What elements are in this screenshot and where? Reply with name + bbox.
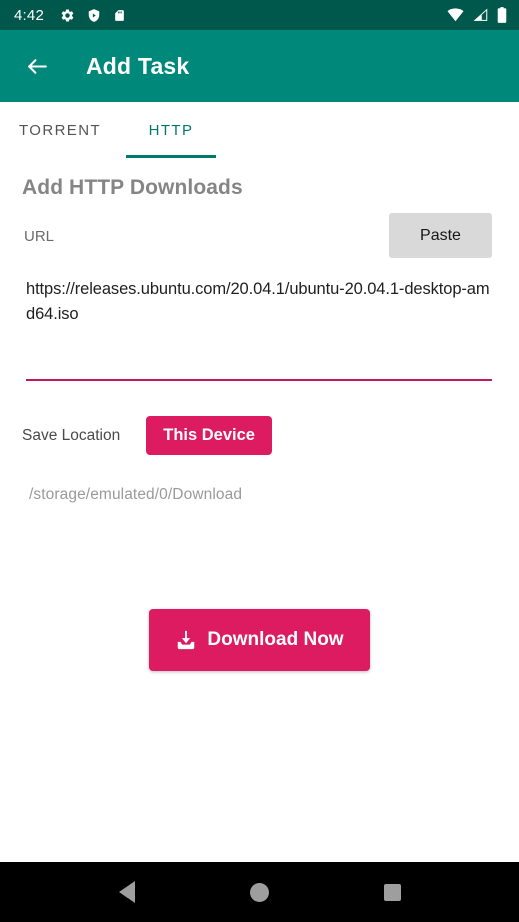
main-content: Add HTTP Downloads URL Paste https://rel… — [0, 158, 519, 862]
nav-home-button[interactable] — [235, 867, 285, 917]
status-bar: 4:42 — [0, 0, 519, 30]
tab-torrent-label: TORRENT — [18, 121, 102, 139]
tab-bar: TORRENT HTTP — [0, 102, 519, 158]
url-input-value[interactable]: https://releases.ubuntu.com/20.04.1/ubun… — [26, 277, 492, 327]
nav-back-button[interactable] — [102, 867, 152, 917]
download-now-label: Download Now — [207, 629, 344, 650]
circle-home-icon — [250, 882, 269, 902]
download-icon — [175, 629, 197, 651]
status-clock: 4:42 — [14, 6, 44, 24]
save-path-value: /storage/emulated/0/Download — [29, 486, 243, 503]
status-left-icons — [60, 8, 126, 23]
save-location-label: Save Location — [22, 426, 121, 444]
triangle-back-icon — [118, 881, 135, 903]
download-now-button[interactable]: Download Now — [149, 609, 370, 671]
square-recents-icon — [384, 883, 401, 901]
this-device-button[interactable]: This Device — [146, 416, 272, 455]
nav-recents-button[interactable] — [368, 867, 418, 917]
shield-play-icon — [87, 8, 101, 23]
sd-card-icon — [113, 8, 126, 23]
status-right-icons — [447, 7, 507, 23]
tab-http-label: HTTP — [148, 121, 194, 139]
battery-icon — [497, 7, 507, 23]
app-bar: Add Task — [0, 30, 519, 102]
paste-button[interactable]: Paste — [389, 213, 492, 258]
cellular-signal-icon — [473, 8, 488, 22]
url-input-field[interactable]: https://releases.ubuntu.com/20.04.1/ubun… — [26, 277, 492, 381]
wifi-icon — [447, 8, 464, 22]
tab-http[interactable]: HTTP — [126, 102, 216, 158]
save-location-row: Save Location This Device — [22, 416, 272, 455]
system-nav-bar — [0, 862, 519, 922]
section-heading: Add HTTP Downloads — [22, 176, 243, 199]
url-label: URL — [24, 228, 55, 245]
app-screen: 4:42 Add Task TORRENT HTTP Add HTTP Down… — [0, 0, 519, 922]
tab-torrent[interactable]: TORRENT — [0, 102, 120, 158]
back-button[interactable] — [22, 51, 52, 81]
page-title: Add Task — [86, 52, 190, 79]
gear-icon — [60, 8, 75, 23]
arrow-left-icon — [27, 58, 47, 74]
